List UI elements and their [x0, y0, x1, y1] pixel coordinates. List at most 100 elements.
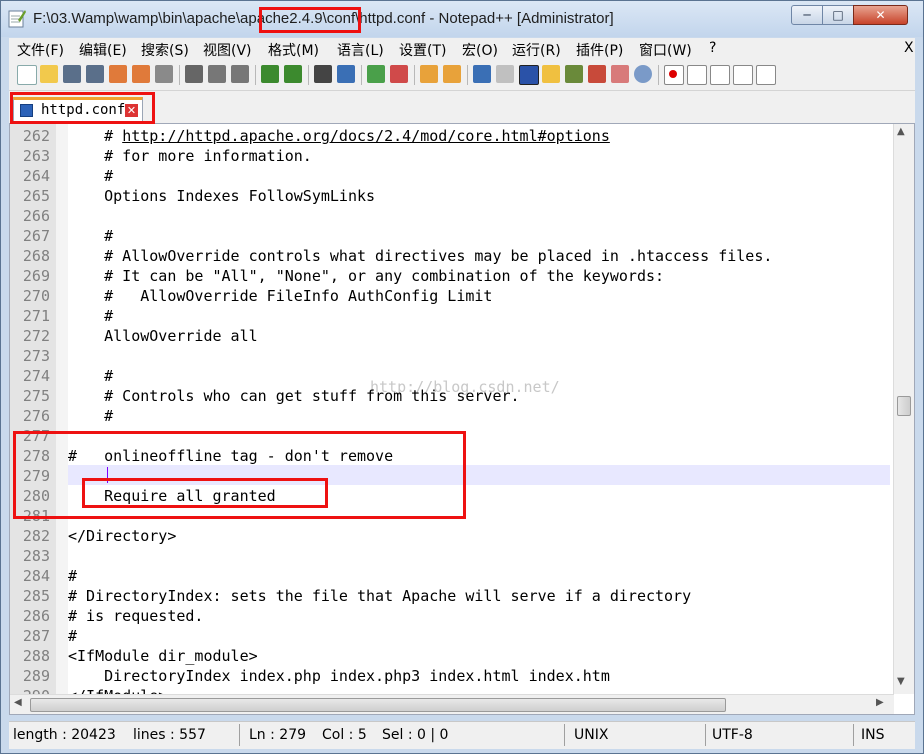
document-map-icon[interactable] [565, 65, 583, 83]
menu-view[interactable]: 视图(V) [203, 40, 252, 60]
toolbar-separator [467, 65, 468, 85]
line-number: 272 [22, 327, 50, 345]
paste-icon[interactable] [231, 65, 249, 83]
save-macro-icon[interactable] [756, 65, 776, 85]
line-number: 271 [22, 307, 50, 325]
scroll-up-icon[interactable]: ▲ [897, 126, 905, 137]
find-icon[interactable] [314, 65, 332, 83]
line-number: 289 [22, 667, 50, 685]
indent-guide-icon[interactable] [519, 65, 539, 85]
open-file-icon[interactable] [40, 65, 58, 83]
fold-margin[interactable] [56, 124, 68, 714]
code-line[interactable]: # [68, 406, 113, 426]
code-line[interactable]: DirectoryIndex index.php index.php3 inde… [68, 666, 610, 686]
vertical-scrollbar[interactable]: ▲ ▼ [893, 124, 914, 694]
line-number: 267 [22, 227, 50, 245]
title-bar[interactable]: F:\03.Wamp\wamp\bin\apache\apache2.4.9\c… [1, 1, 923, 37]
line-number: 287 [22, 627, 50, 645]
play-macro-icon[interactable] [710, 65, 730, 85]
code-link[interactable]: http://httpd.apache.org/docs/2.4/mod/cor… [122, 127, 610, 145]
new-file-icon[interactable] [17, 65, 37, 85]
print-icon[interactable] [155, 65, 173, 83]
word-wrap-icon[interactable] [473, 65, 491, 83]
menu-plugins[interactable]: 插件(P) [576, 40, 623, 60]
annotation-box-apache-version [259, 7, 361, 33]
stop-macro-icon[interactable] [687, 65, 707, 85]
undo-icon[interactable] [261, 65, 279, 83]
user-language-icon[interactable] [542, 65, 560, 83]
menu-file[interactable]: 文件(F) [17, 40, 64, 60]
code-line[interactable]: # is requested. [68, 606, 203, 626]
record-macro-icon[interactable] [664, 65, 684, 85]
horizontal-scrollbar[interactable]: ◀ ▶ [10, 694, 894, 714]
minimize-button[interactable]: ─ [791, 5, 823, 25]
menu-run[interactable]: 运行(R) [512, 40, 561, 60]
menu-window[interactable]: 窗口(W) [639, 40, 692, 60]
code-line[interactable]: # It can be "All", "None", or any combin… [68, 266, 664, 286]
code-line[interactable]: </Directory> [68, 526, 176, 546]
code-line[interactable]: # [68, 166, 113, 186]
toolbar-separator [361, 65, 362, 85]
save-icon[interactable] [63, 65, 81, 83]
menu-language[interactable]: 语言(L) [337, 40, 384, 60]
maximize-button[interactable]: □ [822, 5, 854, 25]
code-line[interactable]: # [68, 226, 113, 246]
menu-bar: 文件(F) 编辑(E) 搜索(S) 视图(V) 格式(M) 语言(L) 设置(T… [9, 38, 915, 60]
status-column: Col : 5 [322, 727, 367, 743]
close-all-icon[interactable] [132, 65, 150, 83]
close-file-icon[interactable] [109, 65, 127, 83]
vertical-scroll-thumb[interactable] [897, 396, 911, 416]
close-window-button[interactable]: ✕ [853, 5, 908, 25]
code-line[interactable]: # AllowOverride controls what directives… [68, 246, 772, 266]
code-line[interactable]: # AllowOverride FileInfo AuthConfig Limi… [68, 286, 492, 306]
menu-settings[interactable]: 设置(T) [399, 40, 446, 60]
menu-macro[interactable]: 宏(O) [462, 40, 498, 60]
scroll-left-icon[interactable]: ◀ [14, 697, 22, 708]
zoom-out-icon[interactable] [390, 65, 408, 83]
line-number: 288 [22, 647, 50, 665]
code-line[interactable]: # [68, 306, 113, 326]
sync-vertical-icon[interactable] [420, 65, 438, 83]
line-number: 263 [22, 147, 50, 165]
menu-edit[interactable]: 编辑(E) [79, 40, 127, 60]
status-line-number: Ln : 279 [249, 727, 307, 743]
cut-icon[interactable] [185, 65, 203, 83]
zoom-in-icon[interactable] [367, 65, 385, 83]
code-line[interactable]: # http://httpd.apache.org/docs/2.4/mod/c… [68, 126, 610, 146]
scroll-down-icon[interactable]: ▼ [897, 676, 905, 687]
redo-icon[interactable] [284, 65, 302, 83]
menu-help[interactable]: ? [709, 40, 716, 56]
function-list-icon[interactable] [588, 65, 606, 83]
code-line[interactable]: # [68, 566, 77, 586]
sync-horizontal-icon[interactable] [443, 65, 461, 83]
status-lines: lines : 557 [133, 727, 206, 743]
copy-icon[interactable] [208, 65, 226, 83]
scroll-right-icon[interactable]: ▶ [876, 697, 884, 708]
folder-workspace-icon[interactable] [611, 65, 629, 83]
code-line[interactable]: # [68, 366, 113, 386]
code-line[interactable]: Options Indexes FollowSymLinks [68, 186, 375, 206]
code-line[interactable]: # Controls who can get stuff from this s… [68, 386, 519, 406]
status-eol: UNIX [574, 727, 609, 743]
code-line[interactable]: <IfModule dir_module> [68, 646, 258, 666]
close-document-x[interactable]: X [904, 40, 914, 56]
toolbar-separator [414, 65, 415, 85]
status-encoding: UTF-8 [712, 727, 753, 743]
menu-format[interactable]: 格式(M) [268, 40, 319, 60]
horizontal-scroll-thumb[interactable] [30, 698, 726, 712]
line-number: 265 [22, 187, 50, 205]
code-line[interactable]: # for more information. [68, 146, 312, 166]
menu-search[interactable]: 搜索(S) [141, 40, 189, 60]
code-line[interactable]: # [68, 626, 77, 646]
monitoring-eye-icon[interactable] [634, 65, 652, 83]
line-number: 286 [22, 607, 50, 625]
status-insert-mode: INS [861, 727, 885, 743]
line-number: 264 [22, 167, 50, 185]
code-line[interactable]: AllowOverride all [68, 326, 258, 346]
editor[interactable]: 262 263 264 265 266 267 268 269 270 271 272 273 274 2… [9, 123, 915, 715]
play-macro-multiple-icon[interactable] [733, 65, 753, 85]
show-all-characters-icon[interactable] [496, 65, 514, 83]
code-line[interactable]: # DirectoryIndex: sets the file that Apa… [68, 586, 691, 606]
save-all-icon[interactable] [86, 65, 104, 83]
replace-icon[interactable] [337, 65, 355, 83]
